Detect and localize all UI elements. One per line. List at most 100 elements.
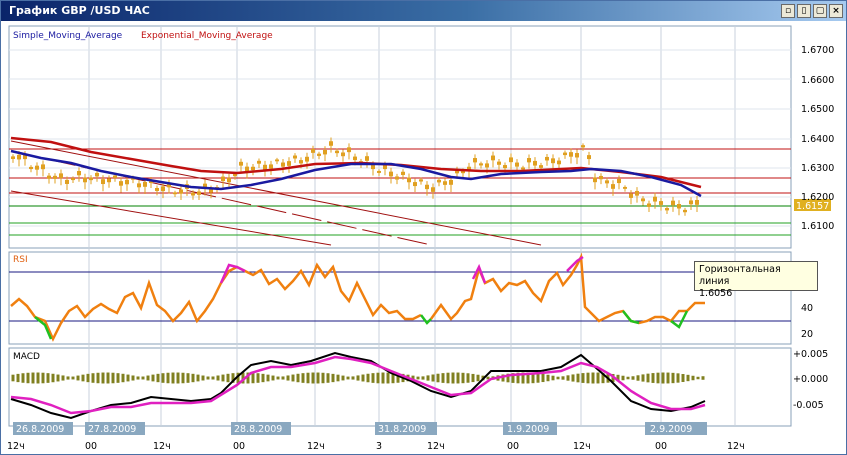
macd-bar: [576, 373, 580, 383]
macd-bar: [311, 372, 315, 384]
macd-bar: [651, 373, 655, 383]
candle-body: [605, 180, 609, 184]
candle-body: [311, 148, 315, 153]
macd-bar: [181, 372, 185, 384]
date-label-5: 1.9.2009: [507, 424, 549, 435]
price-label-1: 1.6700: [801, 45, 834, 56]
candle-body: [95, 172, 99, 177]
candle-body: [395, 176, 399, 180]
time-tick-9: 12ч: [573, 441, 591, 452]
candle-body: [275, 159, 279, 162]
macd-bar: [256, 373, 260, 383]
macd-bar: [691, 375, 695, 381]
candle-body: [263, 164, 267, 170]
macd-bar: [276, 376, 280, 380]
window-title: График GBP /USD ЧАС: [9, 4, 150, 17]
maximize-button[interactable]: ▢: [813, 4, 827, 18]
candle-body: [101, 179, 105, 185]
close-button[interactable]: ×: [829, 4, 843, 18]
macd-bar: [466, 373, 470, 383]
help-button[interactable]: ▫: [781, 4, 795, 18]
candle-body: [515, 162, 519, 167]
legend-ema: Exponential_Moving_Average: [141, 31, 273, 41]
macd-bar: [286, 375, 290, 381]
macd-bar: [116, 373, 120, 383]
candle-body: [563, 152, 567, 156]
macd-bar: [356, 375, 360, 381]
macd-bar: [556, 376, 560, 380]
macd-bar: [371, 373, 375, 383]
macd-bar: [161, 373, 165, 383]
macd-bar: [626, 376, 630, 380]
macd-bar: [151, 374, 155, 382]
macd-bar: [166, 372, 170, 384]
macd-bar: [596, 372, 600, 384]
date-label-3: 28.8.2009: [234, 424, 282, 435]
candle-body: [503, 165, 507, 169]
candle-body: [371, 164, 375, 170]
tooltip-title: Горизонтальная линия: [699, 264, 781, 287]
candle-body: [479, 163, 483, 166]
candle-body: [617, 178, 621, 184]
title-bar[interactable]: График GBP /USD ЧАС ▫ ▯ ▢ ×: [1, 1, 846, 21]
price-label-5: 1.6300: [801, 163, 834, 174]
rsi-label: RSI: [13, 255, 28, 265]
macd-bar: [41, 372, 45, 384]
candle-body: [419, 179, 423, 182]
candle-body: [599, 175, 603, 180]
tooltip-value: 1.6056: [699, 288, 733, 299]
macd-bar: [281, 376, 285, 380]
macd-bar: [621, 375, 625, 381]
macd-bar: [646, 373, 650, 383]
candle-body: [545, 156, 549, 161]
macd-bar: [61, 375, 65, 381]
minimize-button[interactable]: ▯: [797, 4, 811, 18]
macd-bar: [476, 374, 480, 382]
price-label-3: 1.6500: [801, 104, 834, 115]
macd-bar: [471, 373, 475, 383]
macd-bar: [176, 372, 180, 384]
price-label-4: 1.6400: [801, 134, 834, 145]
candle-body: [257, 160, 261, 164]
macd-bar: [326, 373, 330, 383]
macd-bar: [226, 373, 230, 383]
candle-body: [677, 203, 681, 209]
candle-body: [401, 171, 405, 175]
macd-bar: [591, 372, 595, 384]
chart-canvas[interactable]: Simple_Moving_Average Exponential_Moving…: [1, 21, 846, 454]
macd-bar: [301, 373, 305, 383]
macd-bar: [266, 374, 270, 382]
candle-body: [329, 141, 333, 146]
macd-bar: [156, 373, 160, 383]
candle-body: [431, 187, 435, 192]
candle-body: [611, 184, 615, 189]
candle-body: [305, 156, 309, 162]
macd-bar: [631, 376, 635, 380]
candle-body: [377, 170, 381, 173]
candle-body: [683, 209, 687, 213]
horizontal-line-tooltip: Горизонтальная линия 1.6056: [694, 261, 818, 299]
candle-body: [659, 201, 663, 205]
macd-bar: [121, 373, 125, 383]
candle-body: [665, 208, 669, 211]
time-tick-8: 00: [507, 441, 519, 452]
macd-bar: [381, 372, 385, 384]
candle-body: [53, 175, 57, 179]
date-label-6: 2.9.2009: [650, 424, 692, 435]
candle-body: [647, 203, 651, 207]
candle-body: [689, 200, 693, 205]
macd-bar: [426, 375, 430, 381]
chart-area[interactable]: Simple_Moving_Average Exponential_Moving…: [1, 21, 846, 454]
legend-sma: Simple_Moving_Average: [13, 31, 123, 41]
candle-body: [119, 181, 123, 186]
macd-bar: [126, 374, 130, 382]
candle-body: [443, 181, 447, 185]
candle-body: [281, 162, 285, 167]
macd-bar: [81, 374, 85, 382]
candle-body: [29, 166, 33, 170]
macd-bar: [636, 375, 640, 381]
candle-body: [221, 176, 225, 182]
macd-bar: [586, 372, 590, 384]
candle-body: [71, 178, 75, 181]
macd-bar: [696, 376, 700, 380]
